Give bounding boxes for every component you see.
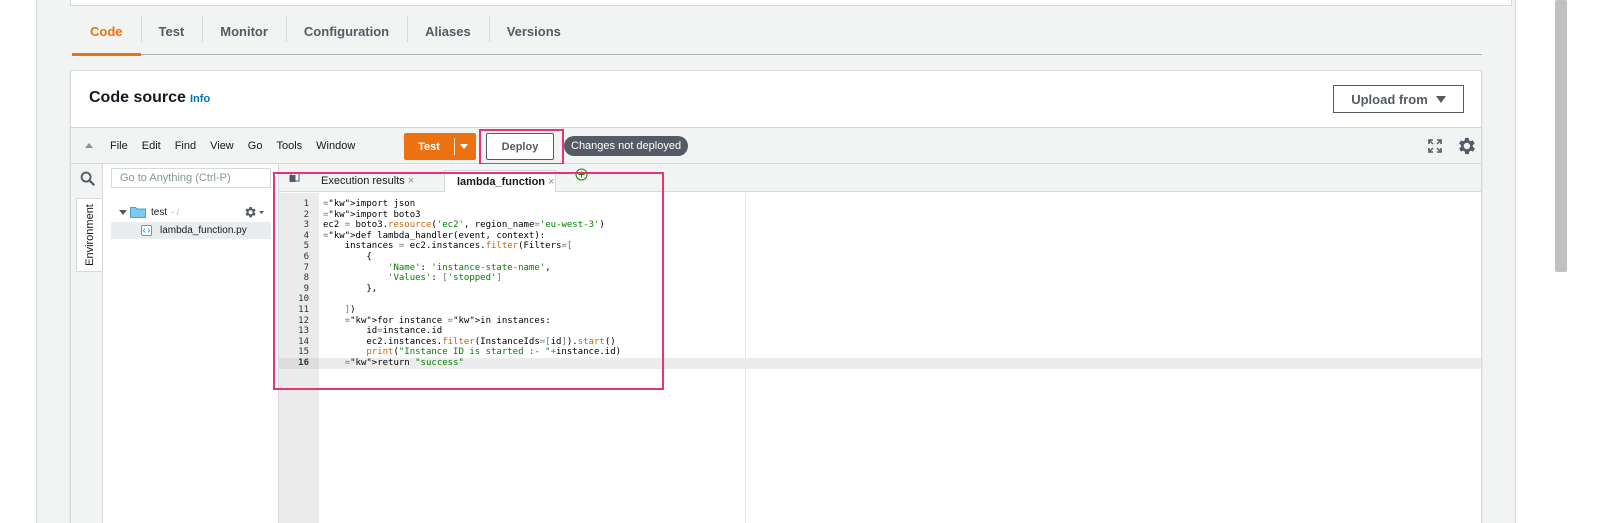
folder-icon [130, 207, 146, 218]
code-line[interactable]: }, [323, 284, 621, 295]
plus-circle-icon[interactable] [575, 168, 588, 181]
line-number: 13 [298, 326, 309, 337]
tab-execution-results-label: Execution results [321, 175, 405, 187]
line-number-gutter: 1 2 3 4 5 6 7 8 9 10 11 12 13 14 15 16 [279, 193, 319, 523]
code-line[interactable]: ="kw">for instance ="kw">in instances: [323, 316, 621, 327]
tab-code[interactable]: Code [72, 8, 141, 56]
line-number: 15 [298, 347, 309, 358]
status-badge: Changes not deployed [564, 136, 689, 156]
pane-menu-icon[interactable] [289, 172, 300, 183]
menu-window[interactable]: Window [316, 140, 355, 152]
card-title: Code source [89, 89, 186, 106]
expand-triangle-icon[interactable] [119, 209, 127, 215]
test-divider [454, 138, 455, 155]
code-line[interactable]: print("Instance ID is started :- "+insta… [323, 347, 621, 358]
line-number: 12 [298, 315, 309, 326]
code-line[interactable]: ]) [323, 305, 621, 316]
line-number: 9 [303, 283, 309, 294]
line-number: 6 [303, 251, 309, 262]
line-number: 7 [303, 262, 309, 273]
line-number: 3 [303, 220, 309, 231]
close-icon[interactable]: × [408, 175, 414, 187]
caret-down-icon [1435, 95, 1446, 103]
code-content[interactable]: ="kw">import json ="kw">import boto3 ec2 =… [323, 199, 621, 369]
code-line[interactable]: ="kw">def lambda_handler(event, context)… [323, 231, 621, 242]
code-line[interactable]: { [323, 252, 621, 263]
environment-sidebar: Environment [71, 164, 103, 523]
collapse-toolbar-icon[interactable] [85, 143, 93, 148]
function-tabs: Code Test Monitor Configuration Aliases … [72, 8, 1482, 56]
previous-card-edge [70, 0, 1512, 6]
code-line[interactable]: ec2 = boto3.resource('ec2', region_name=… [323, 220, 621, 231]
tree-root-path: - / [171, 207, 180, 217]
ide: File Edit Find View Go Tools Window Test… [71, 127, 1481, 523]
test-split-button[interactable]: Test [404, 133, 476, 160]
line-numbers: 1 2 3 4 5 6 7 8 9 10 11 12 13 14 15 16 [279, 199, 309, 369]
tree-root-name: test [151, 206, 168, 218]
menu-file[interactable]: File [110, 140, 128, 152]
menu-view[interactable]: View [210, 140, 234, 152]
code-line[interactable]: ="kw">import boto3 [323, 210, 621, 221]
code-line[interactable]: ="kw">return "success" [323, 358, 621, 369]
line-number: 5 [303, 241, 309, 252]
page-scrollbar[interactable] [1555, 0, 1567, 272]
tab-lambda-function[interactable]: lambda_function × [444, 170, 556, 192]
line-number: 4 [303, 230, 309, 241]
upload-from-label: Upload from [1351, 91, 1428, 107]
tab-execution-results[interactable]: Execution results × [321, 170, 414, 192]
tree-file-name: lambda_function.py [160, 225, 247, 236]
code-line[interactable]: ec2.instances.filter(InstanceIds=[id]).s… [323, 337, 621, 348]
line-number: 14 [298, 336, 309, 347]
code-editor: Execution results × lambda_function × 12… [279, 164, 1481, 523]
python-file-icon [141, 225, 152, 236]
environment-tab[interactable]: Environment [76, 198, 102, 272]
line-number: 10 [298, 294, 309, 305]
search-icon[interactable] [80, 171, 95, 186]
tab-lambda-function-label: lambda_function [457, 175, 546, 188]
file-tree-panel: test - / lambda_function.py [103, 164, 279, 523]
info-link[interactable]: Info [190, 93, 210, 105]
test-dropdown-icon[interactable] [460, 144, 468, 149]
code-line[interactable]: 'Name': 'instance-state-name', [323, 263, 621, 274]
ide-menu: File Edit Find View Go Tools Window [110, 128, 369, 164]
line-number: 1 [303, 199, 309, 209]
tab-aliases[interactable]: Aliases [407, 8, 489, 55]
environment-tab-label: Environment [83, 204, 96, 266]
code-line[interactable]: id=instance.id [323, 326, 621, 337]
tab-configuration[interactable]: Configuration [285, 8, 407, 55]
code-line[interactable]: ​ [323, 294, 621, 305]
tab-versions[interactable]: Versions [488, 8, 579, 55]
code-line[interactable]: 'Values': ['stopped'] [323, 273, 621, 284]
test-button-label: Test [418, 140, 440, 153]
code-source-card: Code source Info Upload from File Edit F… [70, 70, 1482, 523]
menu-find[interactable]: Find [175, 140, 196, 152]
ide-toolbar: File Edit Find View Go Tools Window Test… [71, 128, 1481, 165]
tree-file-lambda-function[interactable]: lambda_function.py [111, 222, 271, 239]
code-text-area[interactable]: ="kw">import json ="kw">import boto3 ec2 =… [319, 193, 1481, 523]
tab-monitor[interactable]: Monitor [202, 8, 286, 55]
editor-tab-bar: Execution results × lambda_function × [279, 164, 1481, 192]
fullscreen-icon[interactable] [1428, 139, 1442, 153]
gear-icon[interactable] [1455, 135, 1477, 157]
code-line[interactable]: ="kw">import json [323, 199, 621, 210]
menu-tools[interactable]: Tools [276, 140, 302, 152]
line-number: 16 [298, 357, 309, 368]
line-number: 2 [303, 209, 309, 220]
tab-test[interactable]: Test [140, 8, 203, 55]
goto-anything-input[interactable] [111, 168, 271, 188]
line-number: 8 [303, 273, 309, 284]
upload-from-button[interactable]: Upload from [1333, 85, 1464, 113]
code-line[interactable]: instances = ec2.instances.filter(Filters… [323, 241, 621, 252]
line-number: 11 [298, 304, 309, 315]
tree-settings-gear-icon[interactable] [243, 205, 265, 219]
deploy-button[interactable]: Deploy [486, 133, 554, 160]
close-icon[interactable]: × [548, 176, 554, 188]
menu-go[interactable]: Go [248, 140, 263, 152]
menu-edit[interactable]: Edit [142, 140, 161, 152]
